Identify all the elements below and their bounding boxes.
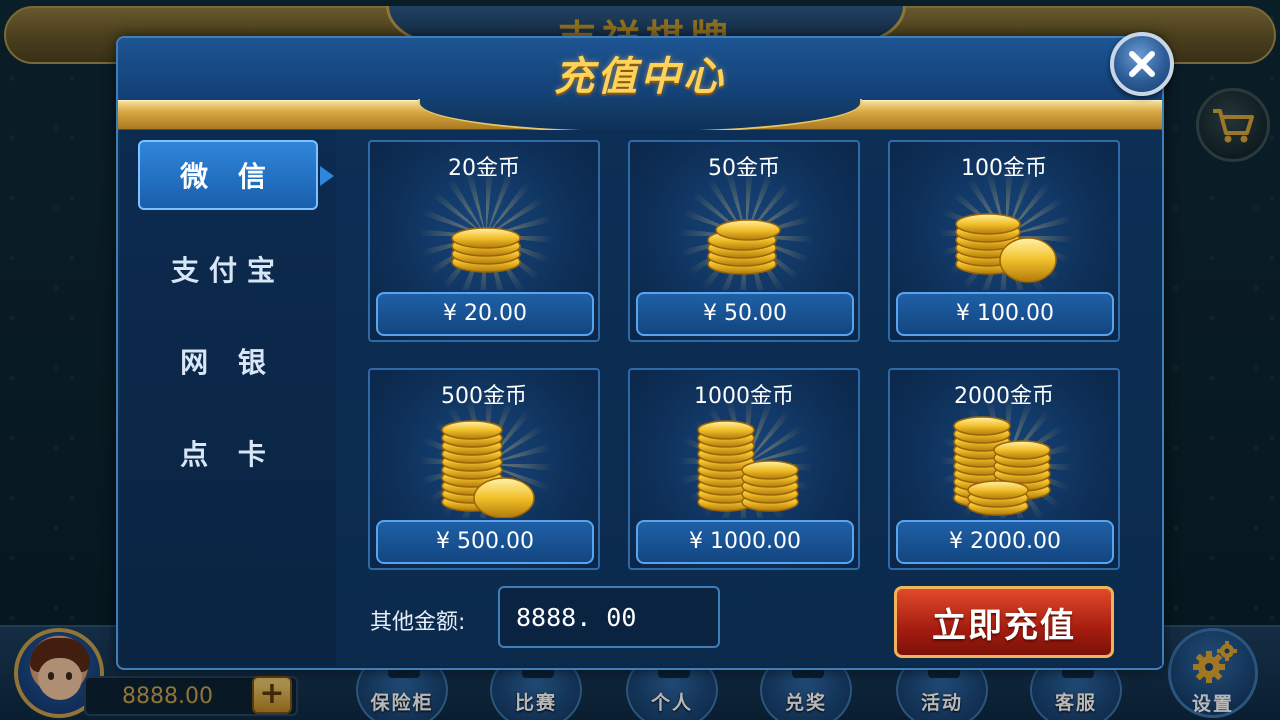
tab-alipay[interactable]: 支付宝 (138, 234, 318, 304)
pack-card-50[interactable]: 50金币 ¥ 50.00 (628, 140, 860, 342)
pack-card-2000[interactable]: 2000金币 ¥ 2000.00 (888, 368, 1120, 570)
header-arch (418, 99, 862, 133)
tab-online-bank[interactable]: 网 银 (138, 326, 318, 396)
price-button[interactable]: ¥ 100.00 (896, 292, 1114, 336)
price-button[interactable]: ¥ 1000.00 (636, 520, 854, 564)
tab-card[interactable]: 点 卡 (138, 418, 318, 488)
price-button[interactable]: ¥ 50.00 (636, 292, 854, 336)
tab-wechat[interactable]: 微 信 (138, 140, 334, 210)
coin-stack-icon (953, 416, 1051, 516)
dialog-header: 充值中心 (118, 38, 1162, 102)
payment-method-tabs: 微 信 支付宝 网 银 点 卡 (120, 130, 336, 666)
price-button[interactable]: ¥ 2000.00 (896, 520, 1114, 564)
coin-stack-icon (707, 219, 781, 275)
other-amount-input[interactable] (498, 586, 720, 648)
recharge-now-button[interactable]: 立即充值 (894, 586, 1114, 658)
coin-stack-icon (697, 420, 799, 512)
pack-card-500[interactable]: 500金币 ¥ 500.00 (368, 368, 600, 570)
dialog-title: 充值中心 (554, 54, 726, 100)
price-button[interactable]: ¥ 20.00 (376, 292, 594, 336)
recharge-dialog: 充值中心 微 信 支付宝 网 银 点 卡 20金币 ¥ 20.00 50金币 ¥… (116, 32, 1174, 670)
close-icon (1129, 51, 1155, 77)
close-button[interactable] (1110, 32, 1174, 96)
pack-card-100[interactable]: 100金币 ¥ 100.00 (888, 140, 1120, 342)
header-gold-band (118, 99, 1162, 133)
coin-stack-icon (451, 227, 521, 273)
pack-card-1000[interactable]: 1000金币 ¥ 1000.00 (628, 368, 860, 570)
coin-stack-icon (955, 213, 1057, 283)
price-button[interactable]: ¥ 500.00 (376, 520, 594, 564)
coin-stack-icon (441, 420, 535, 518)
pack-card-20[interactable]: 20金币 ¥ 20.00 (368, 140, 600, 342)
other-amount-label: 其他金额: (370, 610, 466, 635)
